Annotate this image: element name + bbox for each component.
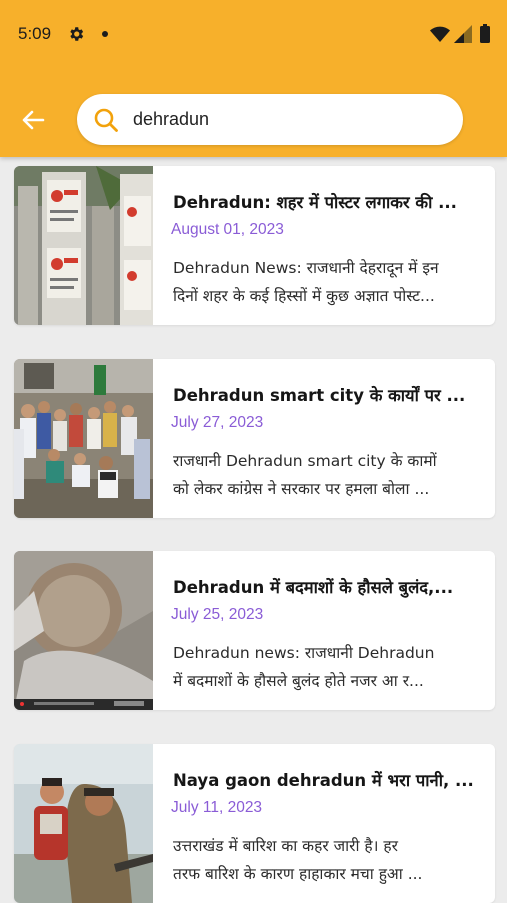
search-icon — [94, 108, 118, 132]
result-thumbnail — [14, 744, 153, 903]
status-time: 5:09 — [18, 24, 52, 43]
result-thumbnail — [14, 166, 153, 325]
result-card[interactable]: Naya gaon dehradun में भरा पानी, ... Jul… — [14, 744, 495, 903]
back-button[interactable] — [14, 104, 52, 136]
result-card[interactable]: Dehradun: शहर में पोस्टर लगाकर की ... Au… — [14, 166, 495, 325]
back-arrow-icon — [22, 110, 45, 130]
result-date: July 11, 2023 — [171, 799, 263, 816]
result-description-line: उत्तराखंड में बारिश का कहर जारी है। हर — [173, 837, 398, 855]
result-description: Dehradun News: राजधानी देहरादून में इन द… — [173, 254, 473, 310]
result-title: Dehradun smart city के कार्यों पर ... — [173, 386, 466, 405]
result-description-line: में बदमाशों के हौसले बुलंद होते नजर आ र.… — [173, 672, 424, 690]
result-thumbnail — [14, 359, 153, 518]
result-description-line: तरफ बारिश के कारण हाहाकार मचा हुआ ... — [173, 865, 423, 883]
result-description-line: दिनों शहर के कई हिस्सों में कुछ अज्ञात प… — [173, 287, 435, 305]
result-date: August 01, 2023 — [171, 221, 284, 238]
search-box[interactable] — [77, 94, 463, 145]
result-date: July 27, 2023 — [171, 414, 264, 431]
result-description-line: को लेकर कांग्रेस ने सरकार पर हमला बोला .… — [173, 480, 430, 498]
result-description: राजधानी Dehradun smart city के कामों को … — [173, 447, 473, 503]
result-date: July 25, 2023 — [171, 606, 264, 623]
result-thumbnail — [14, 551, 153, 710]
result-title: Dehradun: शहर में पोस्टर लगाकर की ... — [173, 193, 457, 212]
result-title: Naya gaon dehradun में भरा पानी, ... — [173, 771, 474, 790]
result-card[interactable]: Dehradun में बदमाशों के हौसले बुलंद,... … — [14, 551, 495, 710]
result-description-line: Dehradun news: राजधानी Dehradun — [173, 644, 435, 662]
status-bar: 5:09 — [0, 0, 507, 68]
wifi-icon — [430, 26, 450, 42]
signal-icon — [454, 25, 472, 43]
app-bar: 5:09 — [0, 0, 507, 157]
result-description-line: राजधानी Dehradun smart city के कामों — [173, 452, 437, 470]
result-description: उत्तराखंड में बारिश का कहर जारी है। हर त… — [173, 832, 473, 888]
notification-dot-icon — [102, 31, 108, 37]
result-description: Dehradun news: राजधानी Dehradun में बदमा… — [173, 639, 473, 695]
battery-icon — [480, 24, 490, 43]
result-description-line: Dehradun News: राजधानी देहरादून में इन — [173, 259, 439, 277]
result-card[interactable]: Dehradun smart city के कार्यों पर ... Ju… — [14, 359, 495, 518]
gear-icon — [70, 27, 84, 41]
search-input[interactable] — [133, 102, 443, 136]
result-title: Dehradun में बदमाशों के हौसले बुलंद,... — [173, 578, 454, 597]
